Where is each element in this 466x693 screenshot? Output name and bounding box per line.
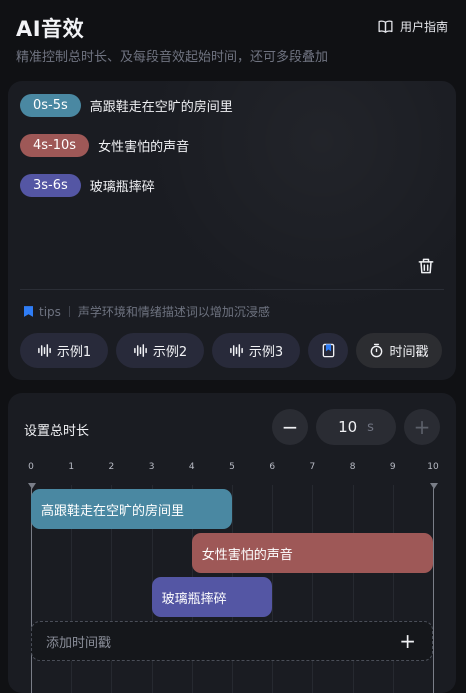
timeline-gridline	[352, 485, 354, 693]
timeline-tick-label: 7	[309, 462, 316, 472]
add-timestamp-label: 添加时间戳	[46, 635, 112, 651]
waveform-icon	[229, 344, 243, 357]
example1-button[interactable]: 示例1	[20, 333, 108, 368]
user-guide-link[interactable]: 用户指南	[377, 18, 448, 35]
bookmark-icon	[322, 343, 334, 358]
decrease-duration-button[interactable]: −	[272, 409, 308, 445]
add-timestamp-plus-icon[interactable]: +	[399, 630, 416, 652]
timeline-gridline	[312, 485, 314, 693]
prompt-item[interactable]: 0s-5s 高跟鞋走在空旷的房间里	[20, 94, 233, 117]
timeline-tick-label: 9	[389, 462, 396, 472]
tips-separator	[68, 306, 70, 317]
divider	[20, 289, 444, 290]
prompt-item[interactable]: 4s-10s 女性害怕的声音	[20, 134, 189, 157]
trash-icon[interactable]	[416, 256, 436, 276]
prompt-text: 玻璃瓶摔碎	[89, 180, 155, 195]
timestamp-button[interactable]: 时间戳	[356, 333, 442, 368]
timeline-tick-label: 10	[427, 462, 439, 472]
prompt-item[interactable]: 3s-6s 玻璃瓶摔碎	[20, 174, 155, 197]
timeline-tick-label: 4	[188, 462, 195, 472]
timeline-tick-label: 1	[68, 462, 75, 472]
page-title: AI音效	[16, 17, 85, 41]
timeline-tick-label: 8	[349, 462, 356, 472]
duration-unit: s	[367, 419, 374, 435]
timeline-tick-label: 6	[269, 462, 276, 472]
timeline-tick-label: 2	[108, 462, 115, 472]
timeline-segment[interactable]: 玻璃瓶摔碎	[151, 577, 273, 617]
example3-label: 示例3	[248, 345, 284, 360]
waveform-icon	[133, 344, 147, 357]
tips-bar: tips 声学环境和情绪描述词以增加沉浸感	[24, 303, 270, 320]
timeline-tick-label: 0	[28, 462, 34, 472]
prompt-time-badge: 0s-5s	[20, 94, 81, 117]
bookmark-icon	[24, 306, 33, 317]
example-buttons: 示例1 示例2 示例3 时间戳	[20, 333, 442, 368]
duration-label: 设置总时长	[24, 424, 90, 439]
timeline-boundary-line	[433, 488, 434, 693]
example2-label: 示例2	[152, 345, 188, 360]
book-icon	[378, 20, 393, 33]
stopwatch-icon	[371, 343, 383, 358]
timeline-gridline	[272, 485, 274, 693]
prompt-time-badge: 3s-6s	[20, 174, 81, 197]
example1-label: 示例1	[56, 345, 92, 360]
add-timestamp-input[interactable]: 添加时间戳 +	[31, 621, 433, 661]
tips-label: tips	[39, 304, 61, 319]
timeline-card: 设置总时长 − 10 s + 0 1 2 3 4 5 6 7 8 9 10 高跟鞋走在空旷的房间里 女性…	[8, 393, 456, 693]
example3-button[interactable]: 示例3	[212, 333, 300, 368]
timeline-boundary-marker[interactable]	[27, 483, 36, 489]
bookmark-button[interactable]	[308, 333, 348, 368]
duration-input[interactable]: 10 s	[316, 409, 396, 445]
tips-text: 声学环境和情绪描述词以增加沉浸感	[77, 305, 270, 319]
timeline-gridline	[392, 485, 394, 693]
prompt-text: 女性害怕的声音	[98, 140, 190, 155]
example2-button[interactable]: 示例2	[116, 333, 204, 368]
prompt-time-badge: 4s-10s	[20, 134, 90, 157]
timeline-segment[interactable]: 高跟鞋走在空旷的房间里	[31, 489, 232, 529]
page-subtitle: 精准控制总时长、及每段音效起始时间，还可多段叠加	[16, 50, 329, 65]
waveform-icon	[37, 344, 51, 357]
user-guide-label: 用户指南	[399, 20, 448, 34]
duration-value: 10	[338, 418, 358, 436]
timeline-tick-label: 5	[229, 462, 235, 472]
timeline-boundary-marker[interactable]	[429, 483, 438, 489]
prompt-card: 0s-5s 高跟鞋走在空旷的房间里 4s-10s 女性害怕的声音 3s-6s 玻…	[8, 81, 456, 380]
timestamp-label: 时间戳	[389, 345, 429, 360]
increase-duration-button[interactable]: +	[404, 409, 440, 445]
timeline-tick-label: 3	[148, 462, 155, 472]
prompt-text: 高跟鞋走在空旷的房间里	[89, 100, 233, 115]
timeline-segment[interactable]: 女性害怕的声音	[191, 533, 433, 573]
